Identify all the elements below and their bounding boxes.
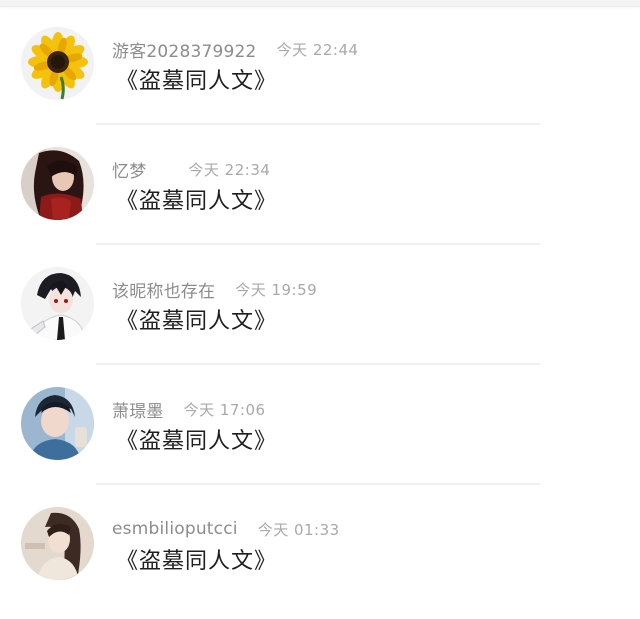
portrait-icon [21, 507, 94, 580]
comment-item[interactable]: 该昵称也存在 今天 19:59 《盗墓同人文》 [0, 240, 640, 365]
portrait-icon [21, 267, 94, 340]
beige-girl-avatar[interactable] [21, 507, 94, 580]
comment-text: 《盗墓同人文》 [116, 69, 278, 94]
username[interactable]: esmbilioputcci [112, 519, 238, 539]
comment-list: 游客2028379922 今天 22:44 《盗墓同人文》 忆梦 今天 22:3… [0, 0, 640, 619]
comment-meta: 游客2028379922 今天 22:44 [112, 37, 359, 62]
portrait-icon [21, 147, 94, 220]
anime-boy-avatar[interactable] [21, 267, 94, 340]
timestamp: 今天 17:06 [183, 400, 266, 419]
comment-meta: 该昵称也存在 今天 19:59 [112, 277, 318, 302]
blue-portrait-avatar[interactable] [21, 387, 94, 460]
comment-text: 《盗墓同人文》 [116, 429, 278, 454]
comment-meta: esmbilioputcci 今天 01:33 [112, 517, 340, 541]
comment-text: 《盗墓同人文》 [116, 189, 278, 214]
timestamp: 今天 22:44 [276, 40, 359, 59]
comment-text: 《盗墓同人文》 [116, 549, 278, 574]
comment-item[interactable]: 忆梦 今天 22:34 《盗墓同人文》 [0, 120, 640, 245]
sunflower-icon [21, 27, 94, 100]
timestamp: 今天 22:34 [188, 160, 271, 179]
timestamp: 今天 01:33 [257, 520, 340, 539]
comment-meta: 萧璟墨 今天 17:06 [112, 397, 266, 422]
username[interactable]: 忆梦 [112, 157, 146, 182]
timestamp: 今天 19:59 [235, 280, 318, 299]
comment-item[interactable]: 游客2028379922 今天 22:44 《盗墓同人文》 [0, 0, 640, 125]
comment-item[interactable]: 萧璟墨 今天 17:06 《盗墓同人文》 [0, 360, 640, 485]
username[interactable]: 萧璟墨 [112, 397, 164, 422]
sunflower-avatar[interactable] [21, 27, 94, 100]
comment-meta: 忆梦 今天 22:34 [112, 157, 271, 182]
comment-text: 《盗墓同人文》 [116, 309, 278, 334]
red-dress-girl-avatar[interactable] [21, 147, 94, 220]
comment-item[interactable]: esmbilioputcci 今天 01:33 《盗墓同人文》 [0, 480, 640, 600]
portrait-icon [21, 387, 94, 460]
username[interactable]: 该昵称也存在 [112, 277, 215, 302]
username[interactable]: 游客2028379922 [112, 37, 257, 62]
